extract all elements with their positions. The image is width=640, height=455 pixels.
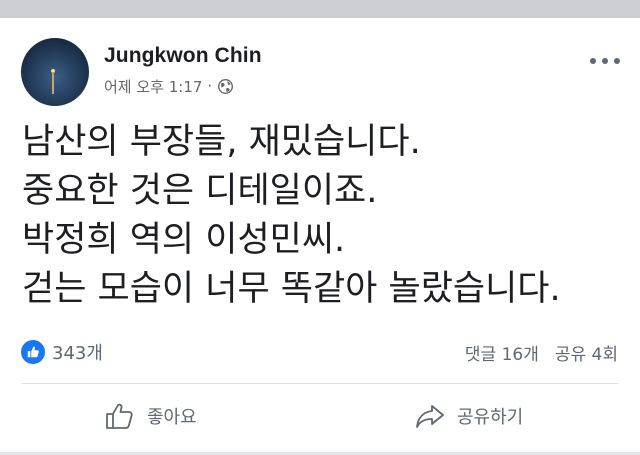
post-card: Jungkwon Chin 어제 오후 1:17 · 남산의 부장들, 재밌습니… [0,18,640,455]
like-button[interactable]: 좋아요 [105,398,197,434]
author-name[interactable]: Jungkwon Chin [104,44,262,68]
globe-icon[interactable] [217,78,234,95]
reaction-count: 343개 [52,343,103,364]
like-badge-icon [21,340,45,364]
more-dot [614,58,620,64]
avatar[interactable] [21,38,89,106]
top-separator-band [0,0,640,18]
post-text-line: 박정희 역의 이성민씨. [22,220,346,260]
more-dot [602,58,608,64]
comment-count[interactable]: 댓글 16개 [465,340,539,365]
post-text-line: 걷는 모습이 너무 똑같아 놀랐습니다. [22,269,561,309]
share-count[interactable]: 공유 4회 [555,340,618,365]
thumbs-up-icon [106,403,133,429]
more-dot [590,58,596,64]
share-label: 공유하기 [457,407,524,428]
meta-separator: · [207,77,213,95]
action-divider [22,383,618,384]
more-options-icon[interactable] [590,56,620,66]
post-text-line: 중요한 것은 디테일이죠. [22,171,378,211]
share-button[interactable]: 공유하기 [415,398,523,434]
avatar-tower [52,72,54,94]
like-label: 좋아요 [147,407,197,428]
post-timestamp[interactable]: 어제 오후 1:17 [104,76,202,97]
post-meta: 어제 오후 1:17 · [104,76,234,96]
post-body: 남산의 부장들, 재밌습니다. 중요한 것은 디테일이죠. 박정희 역의 이성민… [22,118,627,314]
engagement-counts: 댓글 16개 공유 4회 [465,340,618,365]
post-text-line: 남산의 부장들, 재밌습니다. [22,122,421,162]
reaction-summary[interactable]: 343개 [21,340,103,364]
share-arrow-icon [416,405,444,428]
